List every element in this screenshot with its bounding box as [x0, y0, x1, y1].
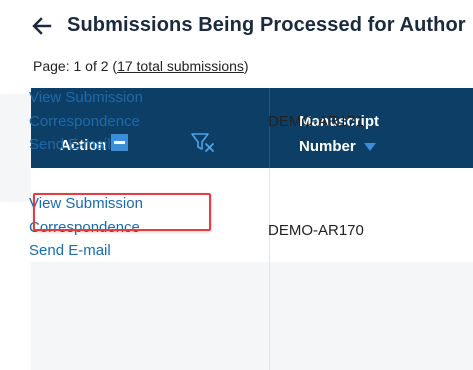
send-email-link[interactable]: Send E-mail	[29, 133, 143, 157]
page-title: Submissions Being Processed for Author	[67, 14, 466, 36]
cell-divider	[269, 262, 270, 370]
manuscript-header-line2: Number	[299, 138, 356, 155]
page-header: Submissions Being Processed for Author	[0, 0, 473, 56]
manuscript-number: DEMO-AR170	[268, 222, 364, 239]
pagination-suffix: )	[243, 58, 249, 74]
view-submission-link[interactable]: View Submission	[29, 86, 143, 110]
pagination-prefix: Page: 1 of 2 (	[33, 58, 118, 74]
pagination-info: Page: 1 of 2 (17 total submissions)	[33, 58, 249, 74]
filter-clear-icon[interactable]	[190, 132, 216, 154]
table-row	[31, 262, 473, 370]
cell-divider	[269, 168, 270, 262]
manuscript-number: DEMO-AR171	[268, 113, 364, 130]
arrow-left-icon[interactable]	[30, 14, 54, 38]
send-email-link[interactable]: Send E-mail	[29, 239, 143, 263]
highlight-box	[33, 193, 211, 231]
sort-down-icon[interactable]	[363, 143, 376, 152]
row-actions: View Submission Correspondence Send E-ma…	[29, 86, 143, 157]
total-submissions-link[interactable]: 17 total submissions	[117, 58, 244, 74]
correspondence-link[interactable]: Correspondence	[29, 110, 143, 134]
